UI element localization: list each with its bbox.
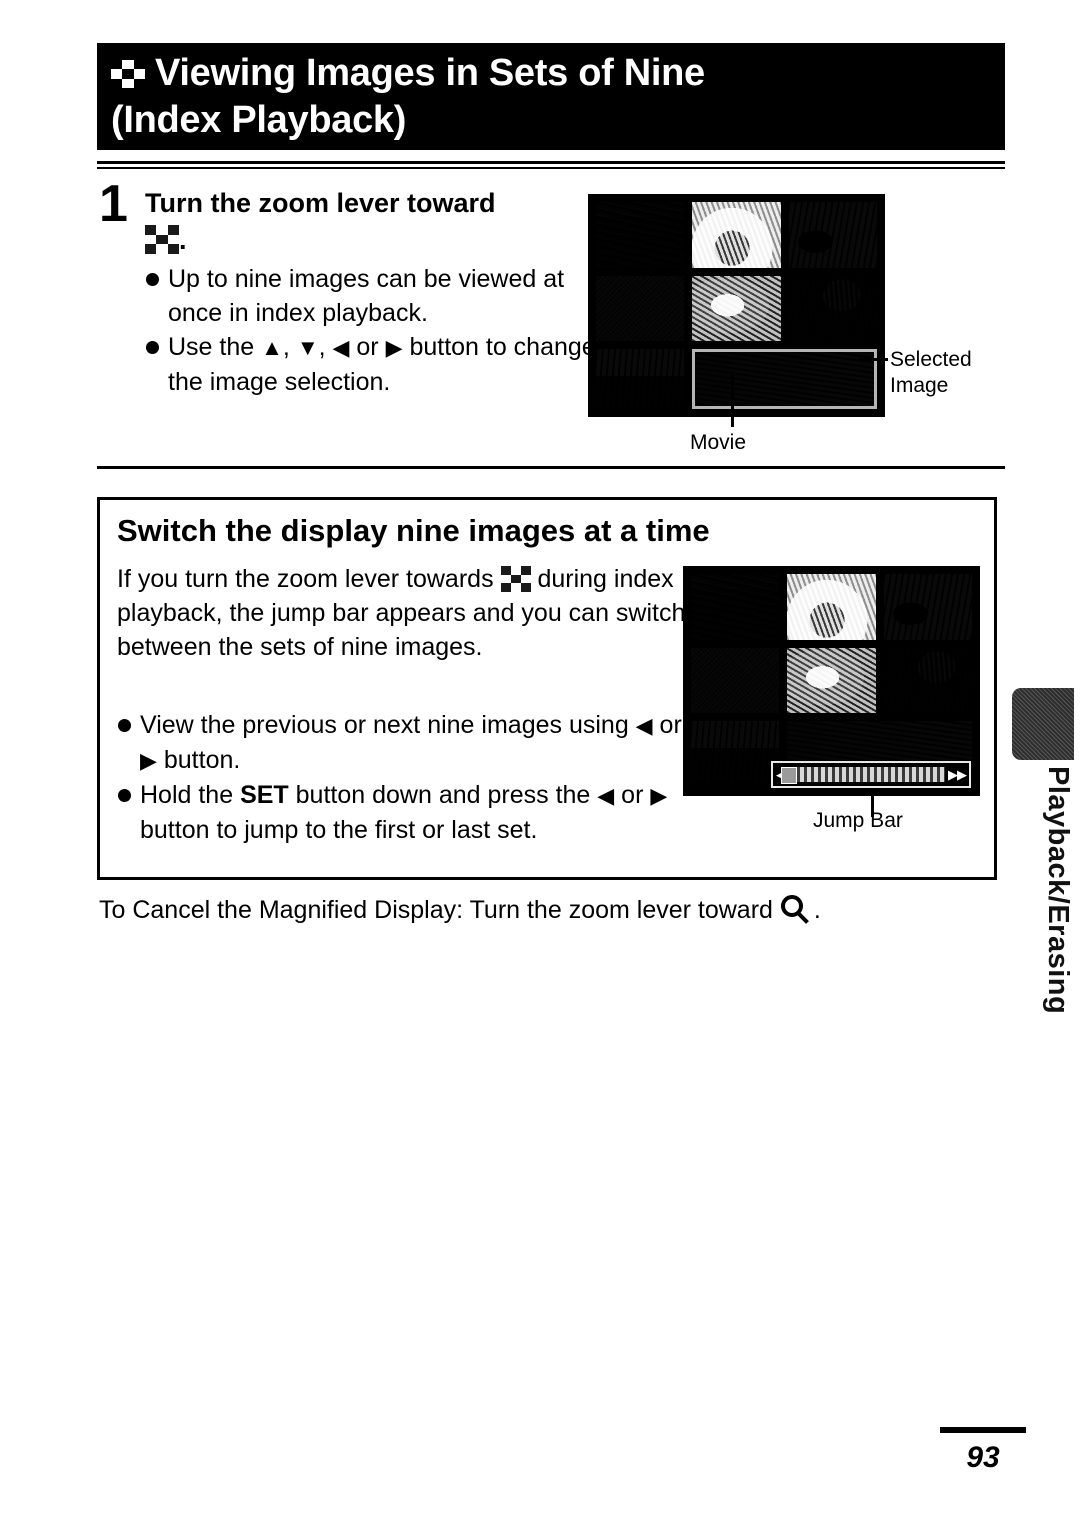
- movie-callout-label: Movie: [690, 430, 810, 456]
- thumbnail-1: [691, 574, 779, 640]
- set-button-label: SET: [240, 781, 289, 809]
- thumbnail-4: [596, 276, 684, 341]
- thumbnail-grid: [691, 574, 972, 788]
- selected-image-callout-label: Selected Image: [890, 347, 1010, 399]
- jump-bar-cursor[interactable]: [781, 767, 797, 784]
- page-number: 93: [966, 1441, 1000, 1474]
- step-1-heading-suffix: .: [179, 225, 187, 255]
- magnifier-icon: [780, 895, 814, 925]
- callout-selected-line-2: Image: [890, 374, 949, 397]
- index-checkerboard-icon: [500, 566, 531, 592]
- section-bullet-2-line-2-suffix: button to jump to the first or last set.: [140, 816, 538, 844]
- section-title: Switch the display nine images at a time: [117, 513, 710, 548]
- side-tab-color-block: [1012, 688, 1074, 760]
- arrow-right-icon: ▶: [650, 783, 668, 808]
- thumbnail-2: [692, 202, 781, 268]
- callout-jump-bar-text: Jump Bar: [813, 809, 903, 832]
- list-item: Use the ▲, ▼, ◀ or ▶ button to change th…: [145, 330, 615, 399]
- bullet-dot-icon: [118, 719, 131, 732]
- section-bullet-2-or: or: [621, 781, 644, 809]
- list-item: Up to nine images can be viewed at once …: [145, 262, 615, 330]
- manual-page: Viewing Images in Sets of Nine (Index Pl…: [0, 0, 1080, 1529]
- section-bullet-1-line-1: View the previous or next nine images: [140, 711, 562, 739]
- index-checkerboard-icon: [145, 225, 179, 254]
- section-bullet-1-line-2-prefix: using: [568, 711, 629, 739]
- step-1-bullet-2-sep-2: ,: [318, 333, 326, 361]
- cancel-note-suffix: .: [813, 896, 821, 924]
- list-item: View the previous or next nine images us…: [117, 708, 689, 778]
- page-title-banner: Viewing Images in Sets of Nine (Index Pl…: [97, 43, 1005, 150]
- header-rule-bottom: [97, 167, 1005, 169]
- list-item: Hold the SET button down and press the ◀…: [117, 778, 689, 847]
- thumbnail-7: [691, 721, 779, 781]
- thumbnail-5-movie: [787, 648, 876, 713]
- thumbnail-grid: [596, 202, 877, 409]
- movie-callout-line: [731, 375, 734, 427]
- arrow-left-icon: ◀: [635, 713, 653, 738]
- page-title-line-2: (Index Playback): [111, 99, 407, 141]
- step-1-bullet-1-text: Up to nine images can be viewed at once …: [168, 265, 565, 327]
- side-tab-label: Playback/Erasing: [1042, 766, 1074, 1015]
- step-1-number: 1: [99, 175, 128, 233]
- arrow-right-icon: ▶: [140, 748, 157, 773]
- thumbnail-3: [789, 202, 877, 268]
- step-1-heading-line-1: Turn the zoom lever toward: [145, 188, 496, 218]
- side-tab-playback-erasing: Playback/Erasing: [1012, 688, 1074, 1080]
- section-bullet-1-or: or: [659, 711, 682, 739]
- thumbnail-4: [691, 648, 779, 713]
- jump-bar-screen: ◀◀ ▶▶: [683, 566, 980, 796]
- step-1-bottom-rule: [97, 466, 1005, 469]
- callout-movie-text: Movie: [690, 431, 747, 454]
- jump-bar-track[interactable]: [797, 767, 945, 782]
- index-checkerboard-icon: [111, 60, 145, 88]
- jump-bar-next-arrow-icon[interactable]: ▶▶: [948, 768, 967, 781]
- page-title-text-1: Viewing Images in Sets of Nine: [155, 52, 705, 94]
- header-rule-top: [97, 161, 1005, 164]
- section-bullet-2-line-1-prefix: Hold the: [140, 781, 234, 809]
- selected-image-callout-line: [858, 358, 888, 361]
- section-bullet-list: View the previous or next nine images us…: [117, 708, 689, 847]
- thumbnail-6: [789, 276, 877, 341]
- arrow-right-icon: ▶: [385, 335, 403, 360]
- thumbnail-1: [596, 202, 684, 268]
- step-1-bullet-list: Up to nine images can be viewed at once …: [145, 262, 615, 399]
- callout-selected-line-1: Selected: [890, 348, 972, 371]
- thumbnail-6: [884, 648, 972, 713]
- step-1-bullet-2-or: or: [356, 333, 379, 361]
- thumbnail-7: [596, 349, 684, 409]
- page-title-line-1: Viewing Images in Sets of Nine: [111, 50, 991, 97]
- step-1-bullet-2-prefix: Use the: [168, 333, 255, 361]
- section-bullet-2-line-1-suffix: button down and press: [295, 781, 549, 809]
- bullet-dot-icon: [146, 341, 159, 354]
- arrow-down-icon: ▼: [296, 335, 319, 360]
- section-paragraph-part-1: If you turn the zoom lever towards: [117, 565, 494, 593]
- jump-bar-callout-label: Jump Bar: [813, 808, 973, 834]
- step-1-bullet-2-sep-1: ,: [282, 333, 290, 361]
- step-1-body: Turn the zoom lever toward . Up to nine …: [145, 186, 615, 399]
- section-bullet-1-line-2-suffix: button.: [163, 746, 241, 774]
- thumbnail-5-movie: [692, 276, 781, 341]
- section-paragraph: If you turn the zoom lever towards durin…: [117, 562, 687, 664]
- thumbnail-3: [884, 574, 972, 640]
- arrow-left-icon: ◀: [597, 783, 615, 808]
- bullet-dot-icon: [118, 789, 131, 802]
- footer-rule: [940, 1427, 1026, 1433]
- selected-image-frame: [692, 349, 877, 409]
- thumbnail-2: [787, 574, 876, 640]
- index-playback-screen: [588, 194, 885, 417]
- jump-bar[interactable]: ◀◀ ▶▶: [771, 761, 971, 788]
- cancel-magnified-display-note: To Cancel the Magnified Display: Turn th…: [99, 893, 821, 927]
- arrow-up-icon: ▲: [261, 335, 283, 360]
- cancel-note-text: To Cancel the Magnified Display: Turn th…: [99, 896, 773, 924]
- arrow-left-icon: ◀: [332, 335, 350, 360]
- section-bullet-2-line-2-prefix: the: [555, 781, 591, 809]
- step-1-heading-line-2: .: [145, 220, 615, 262]
- bullet-dot-icon: [146, 273, 159, 286]
